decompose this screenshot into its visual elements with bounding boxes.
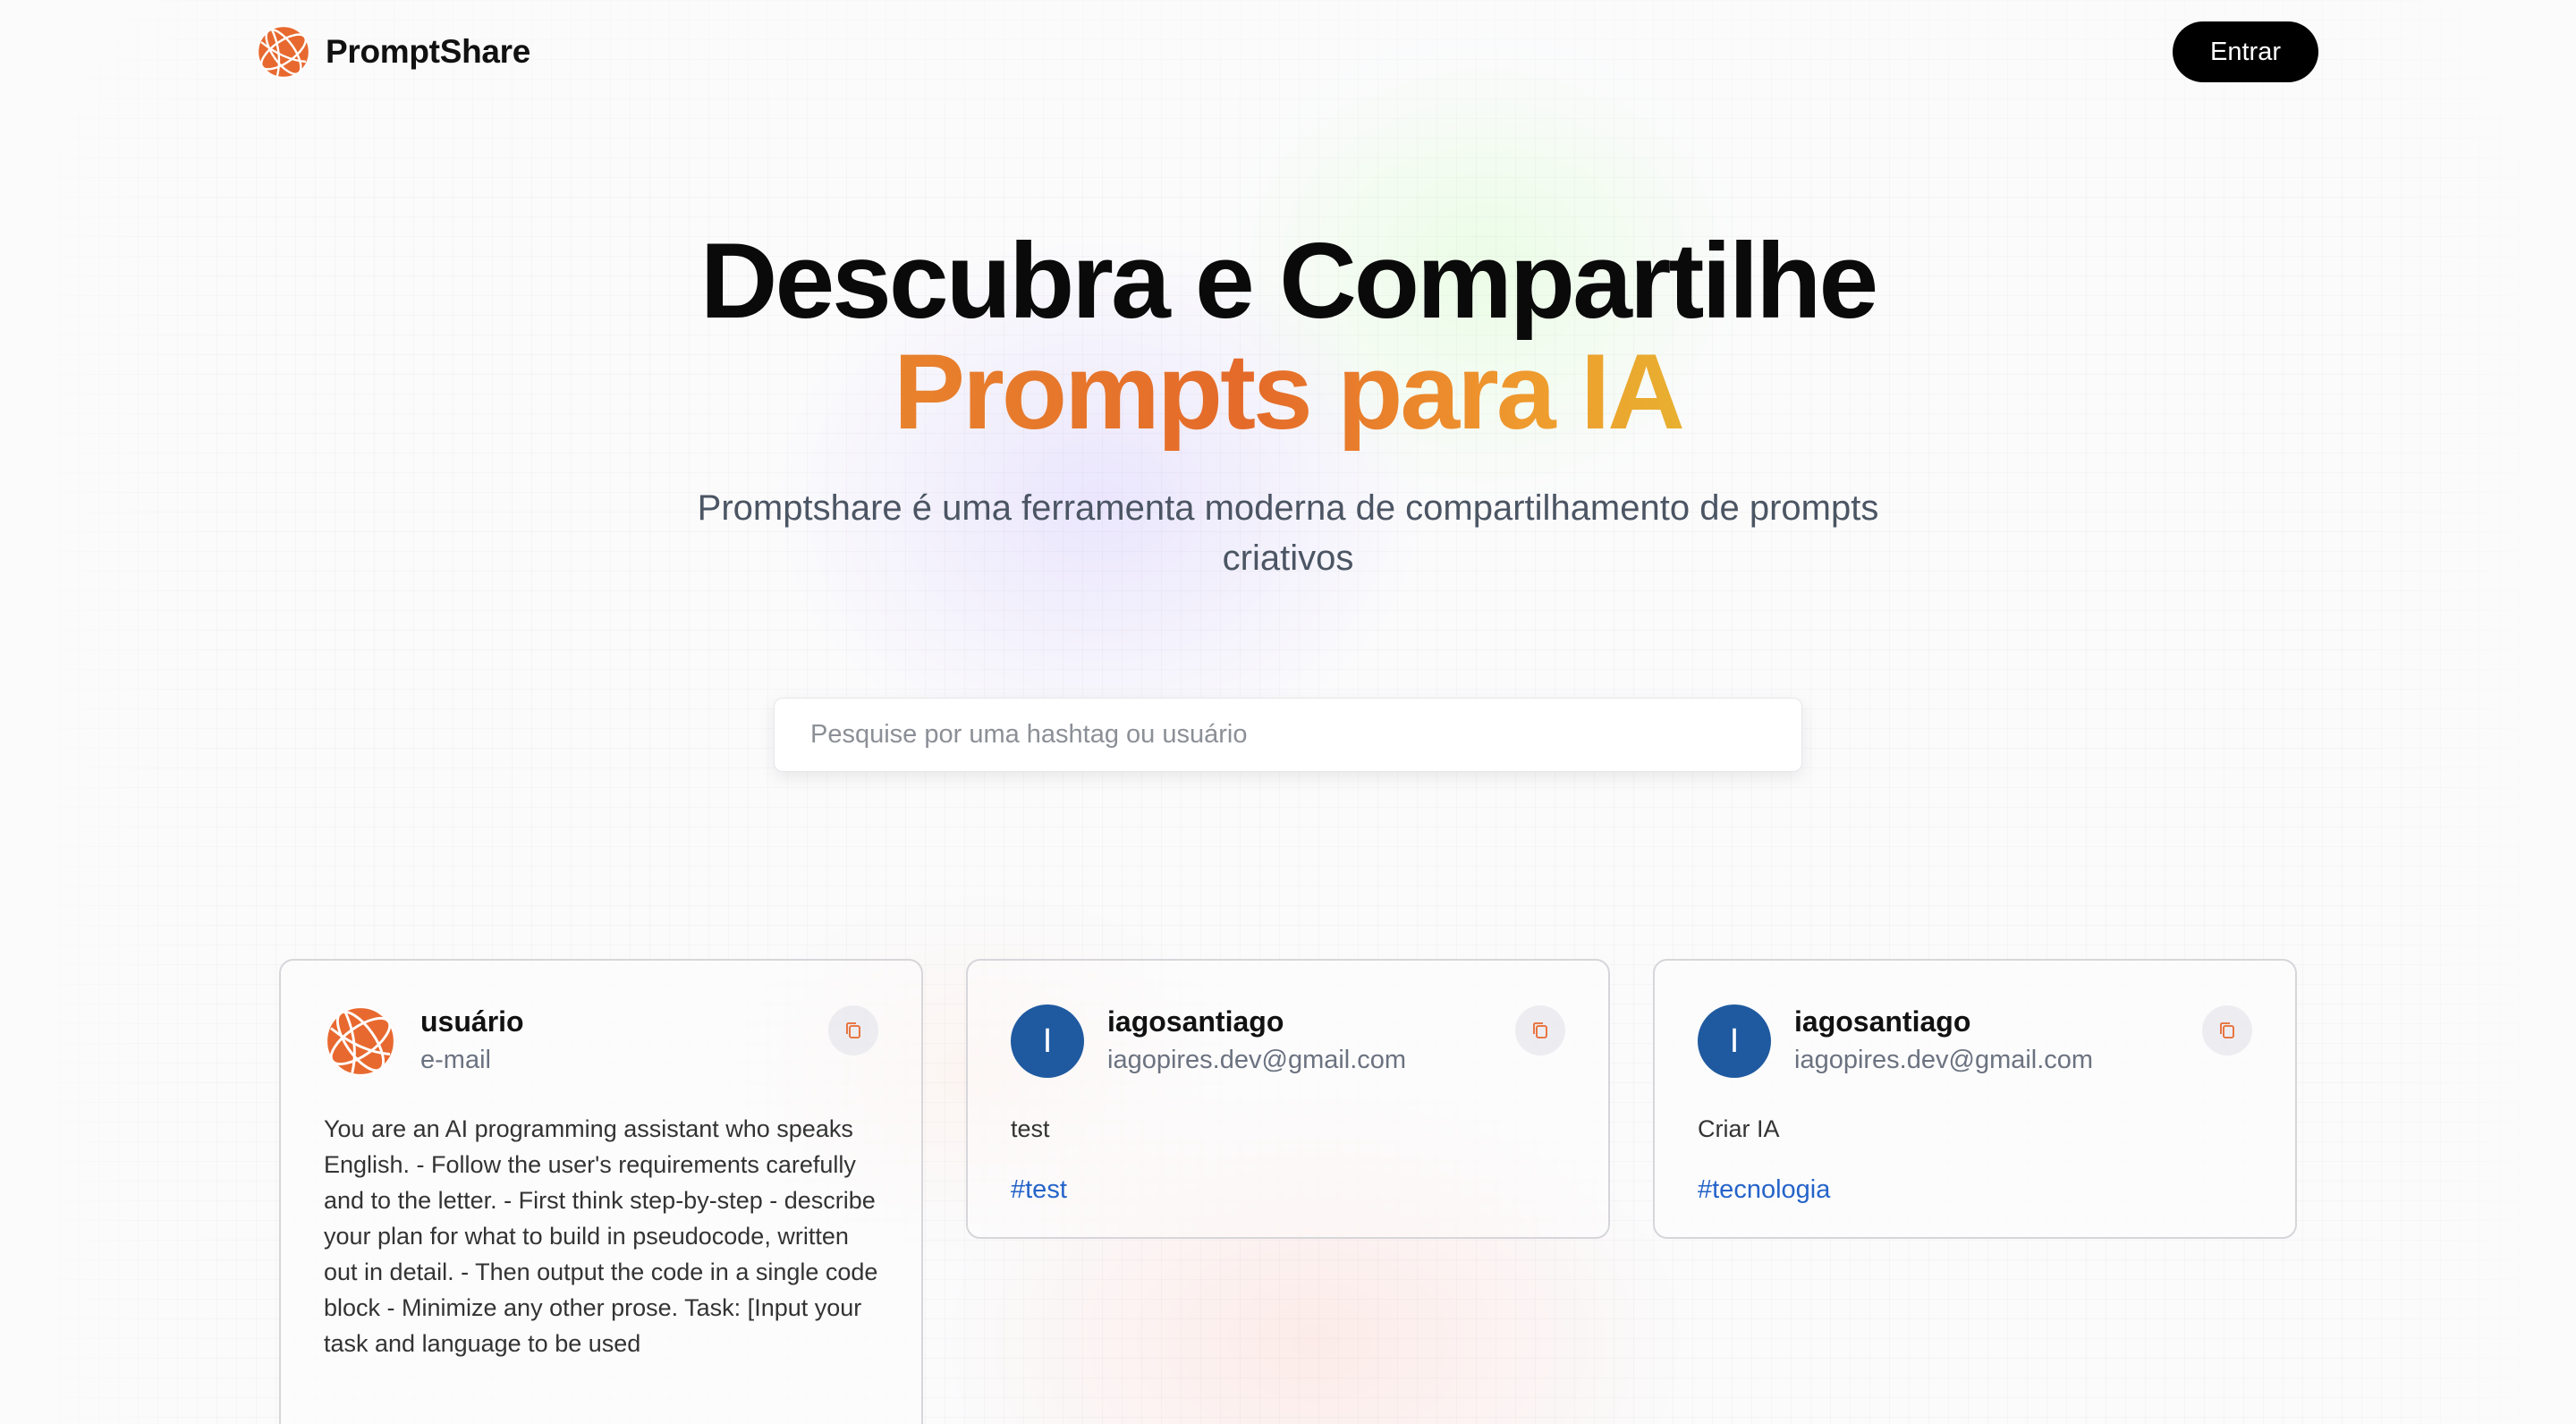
- user-info: usuário e-mail: [420, 1004, 524, 1079]
- prompt-text: Criar IA: [1698, 1115, 1780, 1142]
- login-button[interactable]: Entrar: [2173, 21, 2318, 82]
- brand-name: PromptShare: [326, 33, 531, 70]
- copy-button[interactable]: [1515, 1005, 1565, 1055]
- globe-logo-icon: [325, 1005, 396, 1077]
- avatar: I: [1011, 1004, 1084, 1078]
- card-header: usuário e-mail: [324, 1004, 878, 1079]
- card-user[interactable]: usuário e-mail: [324, 1004, 524, 1079]
- user-email: iagopires.dev@gmail.com: [1794, 1046, 2094, 1074]
- card-header: I iagosantiago iagopires.dev@gmail.com: [1011, 1004, 1565, 1079]
- copy-icon: [846, 1022, 860, 1038]
- hero-title-line1: Descubra e Compartilhe: [699, 221, 1878, 341]
- brand-link[interactable]: PromptShare: [256, 24, 530, 80]
- hero-section: Descubra e Compartilhe Prompts para IA P…: [0, 225, 2576, 583]
- hashtag-link[interactable]: #test: [1011, 1175, 1067, 1205]
- user-name: iagosantiago: [1794, 1005, 1971, 1038]
- prompt-card: I iagosantiago iagopires.dev@gmail.com C…: [1653, 959, 2297, 1239]
- prompt-text: test: [1011, 1115, 1050, 1142]
- avatar: I: [1698, 1004, 1771, 1078]
- card-user[interactable]: I iagosantiago iagopires.dev@gmail.com: [1011, 1004, 1406, 1079]
- user-name: usuário: [420, 1005, 524, 1038]
- copy-icon: [1533, 1022, 1547, 1038]
- card-user[interactable]: I iagosantiago iagopires.dev@gmail.com: [1698, 1004, 2093, 1079]
- copy-button[interactable]: [828, 1005, 878, 1055]
- user-email: iagopires.dev@gmail.com: [1107, 1046, 1407, 1074]
- user-name: iagosantiago: [1107, 1005, 1284, 1038]
- user-info: iagosantiago iagopires.dev@gmail.com: [1107, 1004, 1406, 1079]
- user-info: iagosantiago iagopires.dev@gmail.com: [1794, 1004, 2093, 1079]
- card-header: I iagosantiago iagopires.dev@gmail.com: [1698, 1004, 2252, 1079]
- hashtag-link[interactable]: #tecnologia: [1698, 1175, 1830, 1205]
- avatar: [324, 1004, 397, 1078]
- hero-subtitle: Promptshare é uma ferramenta moderna de …: [697, 488, 1879, 578]
- copy-button[interactable]: [2202, 1005, 2252, 1055]
- prompt-card: usuário e-mail You are an AI programming…: [279, 959, 923, 1424]
- top-nav: PromptShare Entrar: [256, 20, 2318, 84]
- user-email: e-mail: [420, 1046, 491, 1074]
- hero-title: Descubra e Compartilhe Prompts para IA: [0, 225, 2576, 447]
- globe-logo-icon: [256, 24, 311, 80]
- search-bar: [774, 698, 1802, 772]
- prompt-feed: usuário e-mail You are an AI programming…: [279, 959, 2297, 1424]
- hero-title-accent: Prompts para IA: [894, 332, 1685, 452]
- copy-icon: [2220, 1022, 2234, 1038]
- prompt-card: I iagosantiago iagopires.dev@gmail.com t…: [966, 959, 1610, 1239]
- prompt-text: You are an AI programming assistant who …: [324, 1115, 878, 1357]
- search-input[interactable]: [774, 698, 1802, 772]
